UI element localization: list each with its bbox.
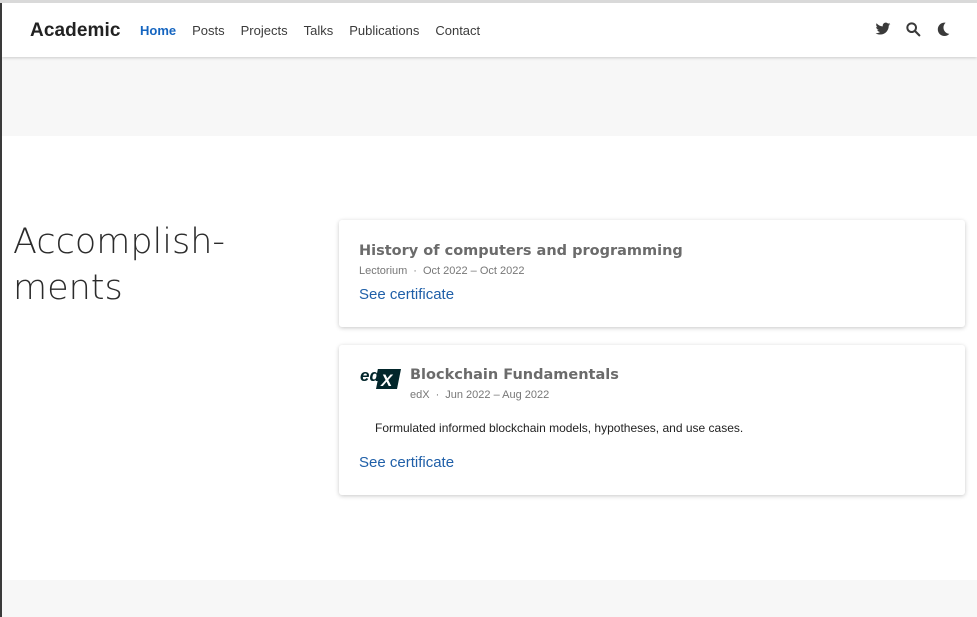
card-description: Formulated informed blockchain models, h… (375, 421, 744, 435)
site-brand[interactable]: Academic (30, 20, 121, 42)
nav-link-projects[interactable]: Projects (241, 23, 288, 38)
window-edge-left (0, 0, 2, 617)
nav-link-talks[interactable]: Talks (304, 23, 334, 38)
card-dates: Jun 2022 – Aug 2022 (445, 389, 550, 401)
meta-separator: · (435, 389, 440, 401)
svg-text:X: X (380, 371, 394, 389)
search-icon[interactable] (905, 21, 921, 37)
card-dates: Oct 2022 – Oct 2022 (422, 265, 525, 277)
nav-link-contact[interactable]: Contact (435, 23, 480, 38)
edx-logo: ed X (359, 365, 402, 390)
section-title-line1: Accomplish- (13, 222, 226, 262)
card-meta: Lectorium · Oct 2022 – Oct 2022 (359, 265, 524, 277)
card-title: History of computers and programming (359, 243, 683, 259)
navbar: Academic Home Posts Projects Talks Publi… (2, 3, 977, 57)
footer-band (2, 580, 977, 617)
twitter-icon[interactable] (875, 21, 891, 37)
nav-link-posts[interactable]: Posts (192, 23, 225, 38)
nav-link-home[interactable]: Home (140, 23, 176, 38)
accomplishment-card: History of computers and programming Lec… (339, 220, 965, 327)
section-title: Accomplish- ments (13, 219, 313, 311)
see-certificate-link[interactable]: See certificate (359, 286, 454, 303)
card-title: Blockchain Fundamentals (410, 367, 619, 383)
card-meta: edX · Jun 2022 – Aug 2022 (410, 389, 549, 401)
accomplishment-card: ed X Blockchain Fundamentals edX · Jun 202… (339, 345, 965, 495)
meta-separator: · (413, 265, 417, 277)
nav-link-publications[interactable]: Publications (349, 23, 419, 38)
card-organization: edX (410, 389, 430, 401)
card-organization: Lectorium (359, 265, 408, 277)
see-certificate-link[interactable]: See certificate (359, 454, 454, 471)
moon-icon[interactable] (935, 21, 951, 37)
nav-links: Home Posts Projects Talks Publications C… (140, 23, 496, 38)
section-title-line2: ments (13, 268, 123, 308)
window-edge-top (0, 0, 977, 3)
hero-band (2, 57, 977, 136)
nav-icons (875, 21, 951, 37)
